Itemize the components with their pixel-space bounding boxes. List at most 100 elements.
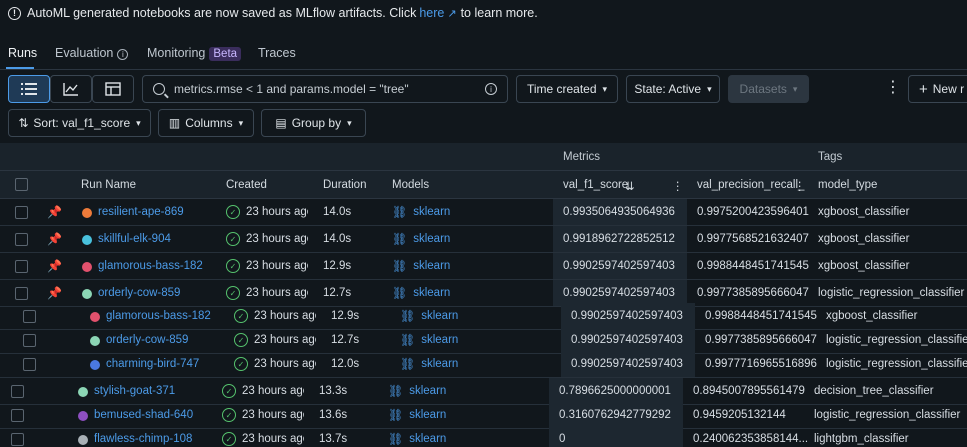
val-precision-value: 0.9975200423596401 xyxy=(697,206,809,218)
row-checkbox[interactable] xyxy=(23,334,36,347)
table-row[interactable]: bemused-shad-640 ✓ 23 hours ago 13.6s ⛓ s… xyxy=(0,402,967,429)
run-color-dot xyxy=(78,411,88,421)
row-checkbox[interactable] xyxy=(15,287,28,300)
pin-icon[interactable]: 📌 xyxy=(47,286,62,300)
table-row[interactable]: glamorous-bass-182 ✓ 23 hours ago 12.9s … xyxy=(0,303,967,330)
model-link[interactable]: ⛓ sklearn xyxy=(400,333,458,347)
run-name-link[interactable]: bemused-shad-640 xyxy=(94,409,193,421)
row-checkbox[interactable] xyxy=(11,409,24,422)
val-f1-score-value: 0.9935064935064936 xyxy=(563,206,675,218)
duration: 12.9s xyxy=(331,310,360,322)
row-checkbox[interactable] xyxy=(23,358,36,371)
model-link[interactable]: ⛓ sklearn xyxy=(400,357,458,371)
datasets-label: Datasets xyxy=(739,82,787,96)
model-link[interactable]: ⛓ sklearn xyxy=(392,205,450,219)
column-menu-icon[interactable]: ⋮ xyxy=(794,179,806,193)
time-created-dropdown[interactable]: Time created ▾ xyxy=(516,75,618,103)
row-checkbox[interactable] xyxy=(15,206,28,219)
table-row[interactable]: charming-bird-747 ✓ 23 hours ago 12.0s ⛓… xyxy=(0,351,967,378)
model-link[interactable]: ⛓ sklearn xyxy=(400,309,458,323)
chevron-down-icon: ▾ xyxy=(602,83,608,94)
chart-view-icon xyxy=(63,83,78,96)
model-icon: ⛓ xyxy=(388,408,404,422)
row-checkbox[interactable] xyxy=(15,260,28,273)
run-name-link[interactable]: stylish-goat-371 xyxy=(94,385,175,397)
run-name-link[interactable]: orderly-cow-859 xyxy=(106,334,188,346)
row-checkbox[interactable] xyxy=(23,310,36,323)
chevron-down-icon: ▾ xyxy=(136,117,141,128)
help-icon[interactable]: i xyxy=(117,49,129,60)
banner-link[interactable]: here xyxy=(419,6,444,20)
model-link[interactable]: ⛓ sklearn xyxy=(388,384,446,398)
run-color-dot xyxy=(82,289,92,299)
model-link[interactable]: ⛓ sklearn xyxy=(392,259,450,273)
row-checkbox[interactable] xyxy=(15,233,28,246)
run-name-link[interactable]: charming-bird-747 xyxy=(106,358,199,370)
pin-icon[interactable]: 📌 xyxy=(47,205,62,219)
external-link-icon[interactable]: ↗ xyxy=(447,7,456,20)
header-run-name[interactable]: Run Name xyxy=(81,179,136,191)
row-checkbox[interactable] xyxy=(11,385,24,398)
state-dropdown[interactable]: State: Active ▾ xyxy=(626,75,720,103)
header-val-precision[interactable]: val_precision_recall_ xyxy=(697,179,804,191)
run-name-link[interactable]: resilient-ape-869 xyxy=(98,206,184,218)
search-input[interactable]: metrics.rmse < 1 and params.model = "tre… xyxy=(142,75,508,103)
run-name-link[interactable]: glamorous-bass-182 xyxy=(106,310,211,322)
table-row[interactable]: 📌 skillful-elk-904 ✓ 23 hours ago 14.0s … xyxy=(0,226,967,253)
table-row[interactable]: orderly-cow-859 ✓ 23 hours ago 12.7s ⛓ sk… xyxy=(0,327,967,354)
tab-evaluation[interactable]: Evaluation i xyxy=(55,46,129,60)
model-name: sklearn xyxy=(409,433,447,445)
sort-desc-icon[interactable]: ⇊ xyxy=(625,179,635,193)
run-name-link[interactable]: glamorous-bass-182 xyxy=(98,260,203,272)
header-models[interactable]: Models xyxy=(392,179,429,191)
more-options-icon[interactable]: ⋮ xyxy=(885,80,901,96)
model-link[interactable]: ⛓ sklearn xyxy=(392,286,450,300)
pin-icon[interactable]: 📌 xyxy=(47,232,62,246)
run-color-dot xyxy=(90,360,100,370)
header-model-type[interactable]: model_type xyxy=(818,179,877,191)
select-all-checkbox[interactable] xyxy=(15,178,28,191)
columns-icon: ▥ xyxy=(168,116,181,130)
success-status-icon: ✓ xyxy=(234,309,248,323)
created-time: 23 hours ago xyxy=(242,433,304,445)
info-icon[interactable]: i xyxy=(485,83,497,95)
tab-traces[interactable]: Traces xyxy=(258,46,296,60)
pin-icon[interactable]: 📌 xyxy=(47,259,62,273)
table-view-icon xyxy=(105,82,121,96)
row-checkbox[interactable] xyxy=(11,433,24,446)
header-duration[interactable]: Duration xyxy=(323,179,366,191)
info-banner: ! AutoML generated notebooks are now sav… xyxy=(0,0,967,26)
column-menu-icon[interactable]: ⋮ xyxy=(672,179,684,193)
run-name-link[interactable]: skillful-elk-904 xyxy=(98,233,171,245)
datasets-dropdown[interactable]: Datasets ▾ xyxy=(728,75,809,103)
model-name: sklearn xyxy=(421,310,459,322)
columns-dropdown[interactable]: ▥ Columns ▾ xyxy=(158,109,254,137)
run-name-link[interactable]: orderly-cow-859 xyxy=(98,287,180,299)
val-f1-score-value: 0 xyxy=(559,433,566,445)
time-created-label: Time created xyxy=(526,82,597,96)
header-created[interactable]: Created xyxy=(226,179,267,191)
group-by-dropdown[interactable]: ▤ Group by ▾ xyxy=(261,109,366,137)
table-row[interactable]: 📌 resilient-ape-869 ✓ 23 hours ago 14.0s… xyxy=(0,199,967,226)
tab-monitoring[interactable]: Monitoring Beta xyxy=(147,46,242,61)
chart-view-button[interactable] xyxy=(50,75,92,103)
sort-dropdown[interactable]: ⇅ Sort: val_f1_score ▾ xyxy=(8,109,151,137)
list-view-button[interactable] xyxy=(8,75,50,103)
table-row[interactable]: flawless-chimp-108 ✓ 23 hours ago 13.7s … xyxy=(0,426,967,447)
table-row[interactable]: 📌 glamorous-bass-182 ✓ 23 hours ago 12.9… xyxy=(0,253,967,280)
new-run-button[interactable]: + New r xyxy=(908,75,967,103)
tab-runs[interactable]: Runs xyxy=(8,46,37,60)
table-view-button[interactable] xyxy=(92,75,134,103)
tags-group-header: Tags xyxy=(818,151,843,163)
table-row[interactable]: stylish-goat-371 ✓ 23 hours ago 13.3s ⛓ s… xyxy=(0,378,967,405)
model-link[interactable]: ⛓ sklearn xyxy=(388,408,446,422)
duration: 13.3s xyxy=(319,385,348,397)
model-type-value: logistic_regression_classifier xyxy=(826,334,967,346)
sort-icon: ⇅ xyxy=(18,116,29,130)
run-name-link[interactable]: flawless-chimp-108 xyxy=(94,433,192,445)
model-link[interactable]: ⛓ sklearn xyxy=(388,432,446,446)
duration: 12.0s xyxy=(331,358,360,370)
header-val-f1-score[interactable]: val_f1_score xyxy=(563,179,628,191)
model-icon: ⛓ xyxy=(392,286,408,300)
model-link[interactable]: ⛓ sklearn xyxy=(392,232,450,246)
